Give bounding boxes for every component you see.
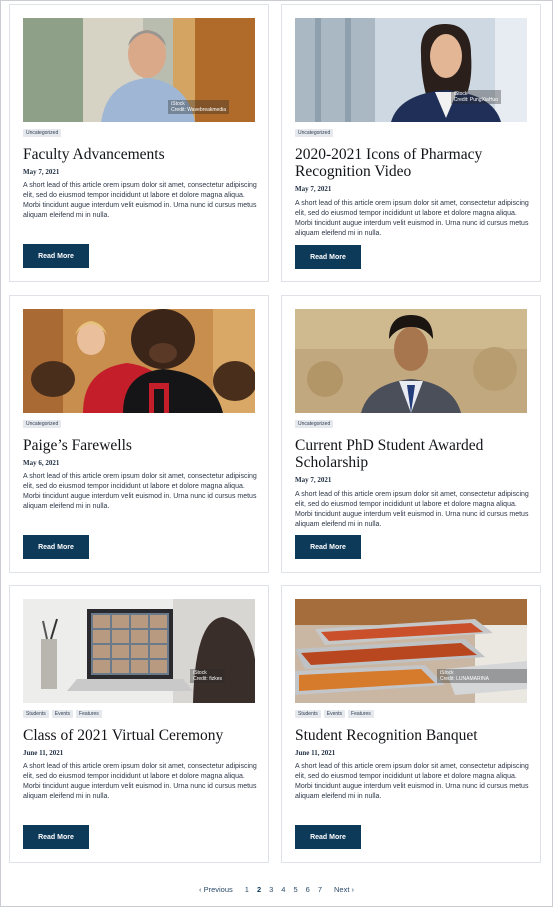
- read-more-button[interactable]: Read More: [295, 825, 361, 849]
- article-lead: A short lead of this article orem ipsum …: [295, 491, 529, 528]
- pagination: ‹ Previous 1 2 3 4 5 6 7 Next ›: [0, 882, 553, 896]
- article-date: May 7, 2021: [295, 185, 332, 193]
- article-card: iStock Credit: LUNAMARINA Students Event…: [281, 585, 541, 863]
- tag-badge[interactable]: Uncategorized: [295, 420, 334, 428]
- article-date: May 6, 2021: [23, 459, 60, 467]
- article-title[interactable]: Paige’s Farewells: [23, 437, 255, 454]
- article-title[interactable]: Faculty Advancements: [23, 146, 255, 163]
- istock-watermark: iStock Credit: fizkes: [190, 669, 225, 683]
- tag-list: Uncategorized: [23, 420, 62, 428]
- article-card: iStock Credit: fizkes Students Events Fe…: [9, 585, 269, 863]
- read-more-button[interactable]: Read More: [295, 245, 361, 269]
- credit-text: Credit: Wavebreakmedia: [171, 107, 226, 113]
- tag-list: Uncategorized: [295, 129, 334, 137]
- article-lead: A short lead of this article orem ipsum …: [23, 763, 257, 800]
- read-more-button[interactable]: Read More: [23, 825, 89, 849]
- article-lead: A short lead of this article orem ipsum …: [23, 182, 257, 219]
- article-card: Uncategorized Paige’s Farewells May 6, 2…: [9, 295, 269, 573]
- article-image[interactable]: iStock Credit: PungXiaHuo: [295, 18, 527, 122]
- article-lead: A short lead of this article orem ipsum …: [295, 200, 529, 237]
- article-image[interactable]: iStock Credit: fizkes: [23, 599, 255, 703]
- article-date: June 11, 2021: [23, 749, 64, 757]
- article-title[interactable]: Student Recognition Banquet: [295, 727, 527, 744]
- article-image[interactable]: [23, 309, 255, 413]
- tag-badge[interactable]: Students: [295, 710, 321, 718]
- article-card: iStock Credit: PungXiaHuo Uncategorized …: [281, 4, 541, 282]
- tag-badge[interactable]: Uncategorized: [295, 129, 334, 137]
- chevron-right-icon: ›: [351, 884, 355, 894]
- read-more-button[interactable]: Read More: [23, 535, 89, 559]
- article-title[interactable]: Class of 2021 Virtual Ceremony: [23, 727, 255, 744]
- tag-list: Students Events Features: [295, 710, 374, 718]
- tag-badge[interactable]: Events: [51, 710, 74, 718]
- read-more-button[interactable]: Read More: [295, 535, 361, 559]
- istock-watermark: iStock Credit: PungXiaHuo: [450, 90, 501, 104]
- article-card: iStock Credit: Wavebreakmedia Uncategori…: [9, 4, 269, 282]
- chevron-left-icon: ‹: [199, 884, 202, 894]
- tag-list: Uncategorized: [295, 420, 334, 428]
- page-link-1[interactable]: 1: [241, 885, 253, 894]
- article-date: May 7, 2021: [23, 168, 60, 176]
- article-lead: A short lead of this article orem ipsum …: [23, 473, 257, 510]
- credit-text: Credit: LUNAMARINA: [440, 676, 489, 682]
- pharmacy-photo: [295, 18, 527, 122]
- article-title[interactable]: Current PhD Student Awarded Scholarship: [295, 437, 527, 471]
- istock-watermark: iStock Credit: Wavebreakmedia: [168, 100, 229, 114]
- tag-badge[interactable]: Students: [23, 710, 49, 718]
- article-card: Uncategorized Current PhD Student Awarde…: [281, 295, 541, 573]
- article-image[interactable]: iStock Credit: LUNAMARINA: [295, 599, 527, 703]
- credit-text: Credit: fizkes: [193, 676, 222, 682]
- pagination-next[interactable]: Next ›: [334, 885, 354, 894]
- tag-badge[interactable]: Uncategorized: [23, 420, 62, 428]
- tag-badge[interactable]: Features: [76, 710, 102, 718]
- student-photo: [295, 309, 527, 413]
- tag-list: Uncategorized: [23, 129, 62, 137]
- article-lead: A short lead of this article orem ipsum …: [295, 763, 529, 800]
- page-link-5[interactable]: 5: [289, 885, 301, 894]
- credit-text: Credit: PungXiaHuo: [453, 97, 498, 103]
- istock-watermark: iStock Credit: LUNAMARINA: [437, 669, 527, 683]
- page-link-3[interactable]: 3: [265, 885, 277, 894]
- article-date: May 7, 2021: [295, 476, 332, 484]
- article-image[interactable]: iStock Credit: Wavebreakmedia: [23, 18, 255, 122]
- read-more-button[interactable]: Read More: [23, 244, 89, 268]
- banquet-photo: [295, 599, 527, 703]
- tag-badge[interactable]: Events: [323, 710, 346, 718]
- previous-label: Previous: [203, 884, 233, 894]
- virtual-ceremony-photo: [23, 599, 255, 703]
- tag-badge[interactable]: Uncategorized: [23, 129, 62, 137]
- article-date: June 11, 2021: [295, 749, 336, 757]
- tag-list: Students Events Features: [23, 710, 102, 718]
- page-link-4[interactable]: 4: [277, 885, 289, 894]
- page-link-7[interactable]: 7: [314, 885, 326, 894]
- farewell-photo: [23, 309, 255, 413]
- tag-badge[interactable]: Features: [348, 710, 374, 718]
- pagination-previous[interactable]: ‹ Previous: [199, 885, 233, 894]
- article-image[interactable]: [295, 309, 527, 413]
- next-label: Next: [333, 884, 350, 894]
- article-title[interactable]: 2020-2021 Icons of Pharmacy Recognition …: [295, 146, 527, 180]
- page-link-6[interactable]: 6: [302, 885, 314, 894]
- page-link-current[interactable]: 2: [253, 885, 265, 894]
